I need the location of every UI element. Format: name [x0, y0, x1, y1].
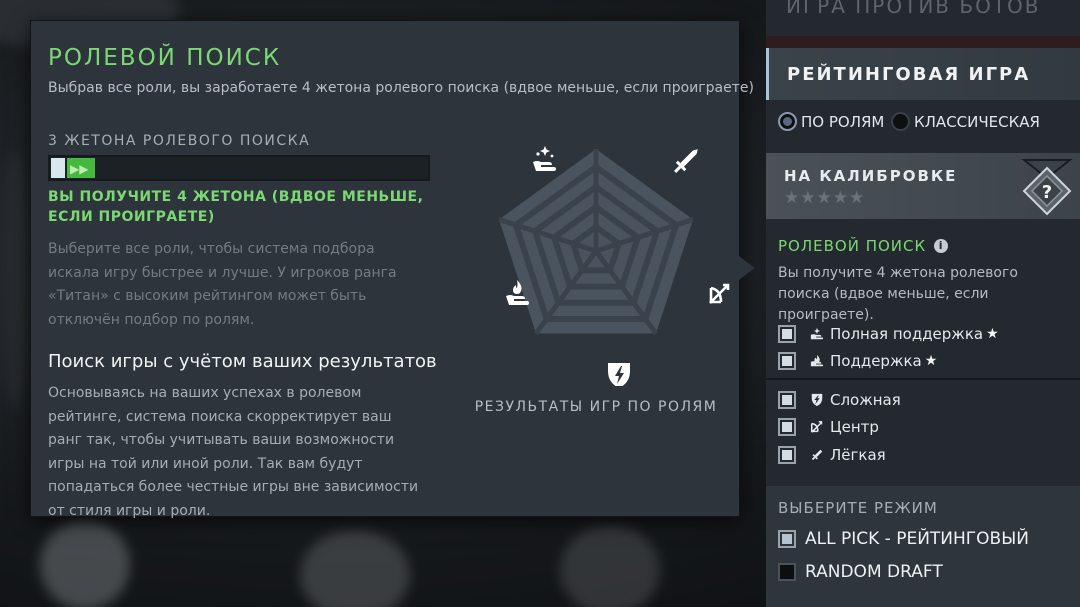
- radio-unselected-icon[interactable]: [891, 112, 910, 131]
- carry-sword-icon: [811, 449, 823, 461]
- mode-label: RANDOM DRAFT: [805, 562, 943, 582]
- radio-classic-queue[interactable]: КЛАССИЧЕСКАЯ: [891, 112, 1040, 131]
- role-mid[interactable]: Центр: [778, 416, 879, 438]
- mode-label: ALL PICK - РЕЙТИНГОВЫЙ: [805, 529, 1029, 549]
- ranked-mode-tab[interactable]: РЕЙТИНГОВАЯ ИГРА: [766, 48, 1080, 100]
- role-support[interactable]: Поддержка ★: [778, 350, 937, 372]
- mode-checkbox-unchecked[interactable]: [778, 563, 796, 581]
- role-select-hint: Выберите все роли, чтобы система подбора…: [48, 241, 397, 328]
- tokens-label: 3 ЖЕТОНА РОЛЕВОГО ПОИСКА: [48, 133, 311, 149]
- calibration-stars: ★★★★★: [784, 188, 866, 208]
- background-figure: [560, 525, 660, 607]
- favorite-star-icon: ★: [924, 353, 938, 369]
- background-edge: [0, 150, 30, 410]
- radio-role-queue[interactable]: ПО РОЛЯМ: [778, 112, 884, 131]
- rank-medal-icon: ?: [1021, 159, 1073, 216]
- role-checkbox[interactable]: [778, 418, 796, 436]
- role-search-title: РОЛЕВОЙ ПОИСК: [778, 237, 927, 255]
- mode-checkbox-checked[interactable]: [778, 530, 796, 548]
- role-checkbox[interactable]: [778, 391, 796, 409]
- role-offlane[interactable]: Сложная: [778, 389, 901, 411]
- radio-role-queue-label: ПО РОЛЯМ: [801, 112, 885, 131]
- chevron-right-icon: ▶▶: [70, 162, 89, 176]
- role-checkbox[interactable]: [778, 446, 796, 464]
- role-divider: [766, 378, 1080, 380]
- token-fill-gain: ▶▶: [67, 158, 95, 178]
- bot-match-option[interactable]: ИГРА ПРОТИВ БОТОВ: [786, 0, 1041, 18]
- background-figure: [300, 530, 410, 607]
- calibration-title: НА КАЛИБРОВКЕ: [784, 167, 958, 185]
- role-label: Центр: [830, 418, 879, 436]
- panel-strip: [766, 36, 1080, 48]
- radio-classic-queue-label: КЛАССИЧЕСКАЯ: [914, 112, 1040, 131]
- role-radar-chart: [461, 116, 731, 388]
- offlane-shield-icon: [608, 363, 630, 388]
- role-label: Полная поддержка: [830, 325, 984, 343]
- favorite-star-icon: ★: [986, 326, 999, 342]
- section-body: Основываясь на ваших успехах в ролевом р…: [48, 385, 419, 519]
- mode-all-pick-ranked[interactable]: ALL PICK - РЕЙТИНГОВЫЙ: [778, 529, 1029, 549]
- token-fill-current: [51, 158, 65, 178]
- radar-svg: [498, 146, 730, 388]
- tooltip-pointer: [739, 256, 755, 280]
- role-search-tooltip: РОЛЕВОЙ ПОИСК Выбрав все роли, вы зарабо…: [30, 20, 754, 519]
- role-search-header: РОЛЕВОЙ ПОИСК i: [778, 237, 949, 255]
- mid-bow-icon: [709, 283, 730, 304]
- play-dota-panel: ИГРА ПРОТИВ БОТОВ РЕЙТИНГОВАЯ ИГРА ПО РО…: [766, 0, 1080, 607]
- role-carry[interactable]: Лёгкая: [778, 444, 886, 466]
- medal-question-mark: ?: [1042, 182, 1052, 203]
- info-icon[interactable]: i: [934, 239, 949, 253]
- token-gain-text: ВЫ ПОЛУЧИТЕ 4 ЖЕТОНА (ВДВОЕ МЕНЬШЕ, ЕСЛИ…: [48, 189, 424, 225]
- ranked-title: РЕЙТИНГОВАЯ ИГРА: [787, 64, 1031, 85]
- tooltip-subtitle: Выбрав все роли, вы заработаете 4 жетона…: [48, 80, 754, 96]
- carry-sword-icon: [674, 149, 698, 173]
- mode-random-draft[interactable]: RANDOM DRAFT: [778, 562, 943, 582]
- offlane-shield-icon: [811, 393, 823, 407]
- hard-support-icon: [810, 327, 824, 340]
- role-label: Лёгкая: [830, 446, 886, 464]
- radio-selected-icon[interactable]: [778, 112, 797, 131]
- mid-bow-icon: [810, 420, 823, 433]
- section-title: Поиск игры с учётом ваших результатов: [48, 351, 437, 372]
- role-label: Поддержка: [830, 352, 922, 370]
- hard-support-icon: [533, 146, 556, 171]
- role-hard-support[interactable]: Полная поддержка ★: [778, 323, 999, 345]
- support-flame-icon: [810, 354, 824, 367]
- token-progress-bar: ▶▶: [48, 155, 430, 181]
- tooltip-title: РОЛЕВОЙ ПОИСК: [48, 45, 282, 71]
- role-search-desc: Вы получите 4 жетона ролевого поиска (вд…: [778, 265, 1018, 323]
- background-figure: [40, 520, 130, 607]
- mode-section-title: ВЫБЕРИТЕ РЕЖИМ: [778, 499, 938, 517]
- role-label: Сложная: [830, 391, 901, 409]
- role-checkbox[interactable]: [778, 352, 796, 370]
- role-checkbox[interactable]: [778, 325, 796, 343]
- radar-caption: РЕЗУЛЬТАТЫ ИГР ПО РОЛЯМ: [474, 399, 718, 415]
- radar-pentagons: [498, 149, 694, 335]
